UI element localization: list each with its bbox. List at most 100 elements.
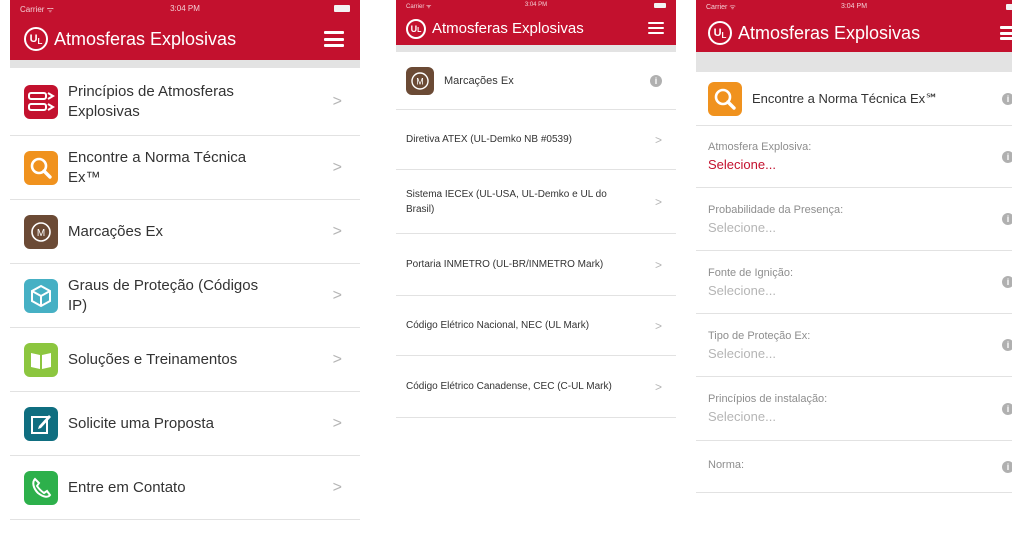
menu-item[interactable]: M Marcações Ex >	[10, 200, 360, 264]
filter-field[interactable]: Norma: i	[696, 441, 1012, 493]
svg-text:M: M	[37, 228, 45, 239]
menu-item[interactable]: Soluções e Treinamentos >	[10, 328, 360, 392]
svg-text:M: M	[416, 76, 424, 86]
chevron-right-icon: >	[332, 286, 342, 304]
chevron-right-icon: >	[332, 92, 342, 110]
status-bar: Carrier ᯤ 3:04 PM	[10, 0, 360, 18]
filter-field[interactable]: Tipo de Proteção Ex: Selecione... i	[696, 314, 1012, 377]
clock: 3:04 PM	[840, 3, 868, 10]
app-title: Atmosferas Explosivas	[432, 20, 584, 37]
field-label: Atmosfera Explosiva:	[708, 141, 812, 153]
screen-main-menu: Carrier ᯤ 3:04 PM UL Atmosferas Explosiv…	[10, 0, 360, 533]
edit-icon	[24, 406, 58, 441]
nav-bar: UL Atmosferas Explosivas	[396, 12, 676, 45]
chevron-right-icon: >	[654, 318, 662, 333]
chevron-right-icon: >	[654, 132, 662, 147]
chevron-right-icon: >	[332, 350, 342, 368]
chevron-right-icon: >	[332, 222, 342, 240]
menu-item-label: Solicite uma Proposta	[68, 414, 214, 432]
menu-item[interactable]: Entre em Contato >	[10, 456, 360, 520]
menu-item[interactable]: Encontre a Norma Técnica Ex™ >	[10, 136, 360, 200]
main-menu-list: Princípios de Atmosferas Explosivas > En…	[10, 68, 360, 520]
menu-item-label: Encontre a Norma Técnica Ex™	[68, 148, 247, 186]
chevron-right-icon: >	[332, 414, 342, 432]
list-item-label: Código Elétrico Canadense, CEC (C-UL Mar…	[406, 381, 612, 392]
menu-item-label: Graus de Proteção (Códigos IP)	[68, 276, 259, 314]
info-icon[interactable]: i	[1002, 276, 1012, 288]
filter-field[interactable]: Fonte de Ignição: Selecione... i	[696, 251, 1012, 314]
section-title: Encontre a Norma Técnica Ex℠	[752, 90, 939, 106]
menu-item[interactable]: Graus de Proteção (Códigos IP) >	[10, 264, 360, 328]
battery-icon	[334, 5, 350, 12]
menu-item-label: Princípios de Atmosferas Explosivas	[68, 82, 234, 120]
hamburger-menu-icon[interactable]	[648, 22, 664, 34]
nav-bar: UL Atmosferas Explosivas	[10, 18, 360, 60]
nav-bar: UL Atmosferas Explosivas	[696, 14, 1012, 52]
list-item-label: Diretiva ATEX (UL-Demko NB #0539)	[406, 134, 572, 145]
list-item-label: Código Elétrico Nacional, NEC (UL Mark)	[406, 320, 590, 331]
filter-fields: Atmosfera Explosiva: Selecione... i Prob…	[696, 126, 1012, 493]
list-item-label: Portaria INMETRO (UL-BR/INMETRO Mark)	[406, 259, 604, 270]
marcacoes-list: Diretiva ATEX (UL-Demko NB #0539) > Sist…	[396, 110, 676, 418]
menu-item-label: Soluções e Treinamentos	[68, 350, 238, 368]
ul-logo: UL	[24, 27, 48, 51]
filter-field[interactable]: Princípios de instalação: Selecione... i	[696, 377, 1012, 441]
hamburger-menu-icon[interactable]	[1000, 26, 1012, 40]
section-title: Marcações Ex	[444, 74, 514, 87]
info-icon[interactable]: i	[650, 74, 662, 87]
hamburger-menu-icon[interactable]	[324, 31, 344, 47]
field-value: Selecione...	[708, 409, 776, 424]
book-icon	[24, 342, 58, 377]
info-icon[interactable]: i	[1002, 150, 1012, 163]
filter-field[interactable]: Atmosfera Explosiva: Selecione... i	[696, 126, 1012, 188]
section-header-marcacoes: M Marcações Ex i	[396, 52, 676, 110]
list-item[interactable]: Código Elétrico Canadense, CEC (C-UL Mar…	[396, 356, 676, 418]
ul-logo: UL	[406, 18, 426, 39]
clock: 3:04 PM	[524, 2, 548, 8]
info-icon[interactable]: i	[1002, 92, 1012, 105]
chevron-right-icon: >	[654, 257, 662, 272]
field-value: Selecione...	[708, 345, 776, 361]
magnifier-icon	[708, 81, 742, 116]
section-header-encontre: Encontre a Norma Técnica Ex℠ i	[696, 72, 1012, 126]
field-label: Fonte de Ignição:	[708, 266, 794, 279]
list-item-label: Sistema IECEx (UL-USA, UL-Demko e UL do …	[406, 188, 607, 215]
menu-item[interactable]: Solicite uma Proposta >	[10, 392, 360, 456]
chevron-right-icon: >	[654, 194, 662, 209]
menu-item-label: Entre em Contato	[68, 478, 186, 496]
m-badge-icon: M	[24, 214, 58, 249]
list-item[interactable]: Código Elétrico Nacional, NEC (UL Mark) …	[396, 296, 676, 356]
chevron-right-icon: >	[332, 478, 342, 496]
chevron-right-icon: >	[654, 379, 662, 394]
menu-item[interactable]: Princípios de Atmosferas Explosivas >	[10, 68, 360, 136]
info-icon[interactable]: i	[1002, 339, 1012, 351]
status-bar: Carrier ᯤ 3:04 PM	[696, 0, 1012, 14]
nav-shadow	[696, 52, 1012, 72]
field-label: Princípios de instalação:	[708, 393, 828, 405]
filter-field[interactable]: Probabilidade da Presença: Selecione... …	[696, 188, 1012, 251]
screen-marcacoes: Carrier ᯤ 3:04 PM UL Atmosferas Explosiv…	[396, 0, 676, 533]
list-item[interactable]: Diretiva ATEX (UL-Demko NB #0539) >	[396, 110, 676, 170]
status-bar: Carrier ᯤ 3:04 PM	[396, 0, 676, 12]
field-label: Norma:	[708, 458, 745, 471]
chevron-right-icon: >	[332, 158, 342, 176]
cube-icon	[24, 278, 58, 313]
menu-item-label: Marcações Ex	[68, 222, 164, 240]
arrows-icon	[24, 84, 58, 119]
field-value: Selecione...	[708, 219, 776, 235]
screen-encontre-norma: Carrier ᯤ 3:04 PM UL Atmosferas Explosiv…	[696, 0, 1012, 533]
field-label: Tipo de Proteção Ex:	[708, 329, 811, 342]
battery-icon	[654, 3, 666, 8]
info-icon[interactable]: i	[1002, 460, 1012, 473]
app-title: Atmosferas Explosivas	[54, 28, 237, 49]
battery-icon	[1006, 4, 1012, 10]
info-icon[interactable]: i	[1002, 402, 1012, 415]
nav-shadow	[396, 45, 676, 52]
phone-icon	[24, 470, 58, 505]
nav-shadow	[10, 60, 360, 68]
ul-logo: UL	[708, 21, 732, 45]
info-icon[interactable]: i	[1002, 213, 1012, 225]
field-value: Selecione...	[708, 282, 776, 298]
list-item[interactable]: Sistema IECEx (UL-USA, UL-Demko e UL do …	[396, 170, 676, 234]
list-item[interactable]: Portaria INMETRO (UL-BR/INMETRO Mark) >	[396, 234, 676, 296]
